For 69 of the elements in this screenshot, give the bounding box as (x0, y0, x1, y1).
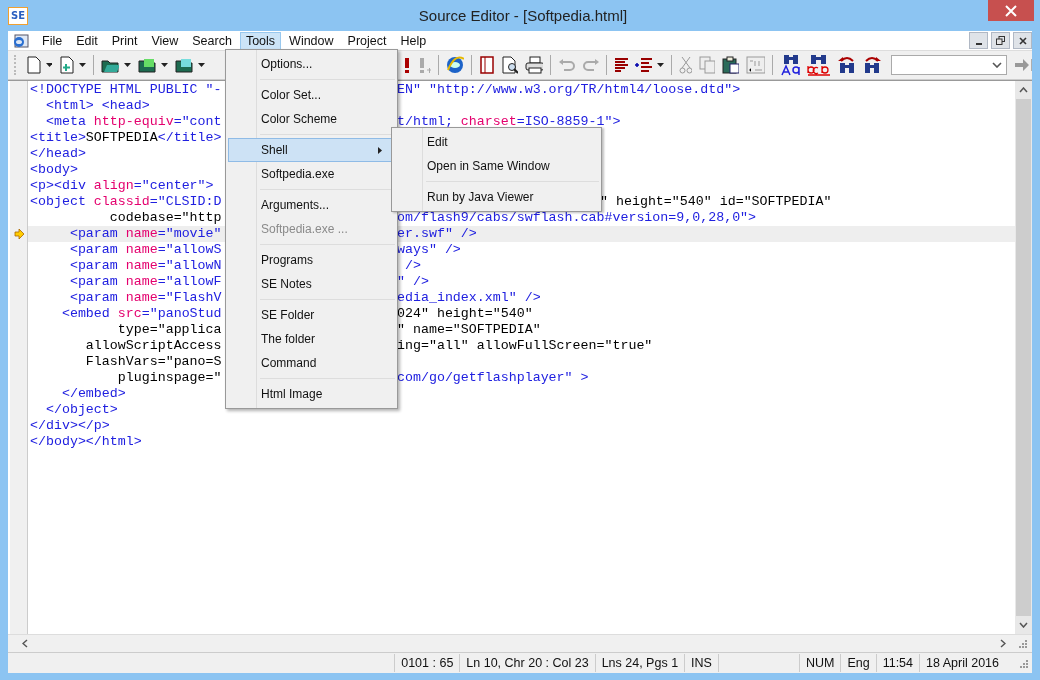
menu-item[interactable]: Tools (239, 31, 282, 50)
code-text: <body> (30, 162, 78, 177)
code-text: <!DOCTYPE HTML PUBLIC "- (30, 82, 222, 97)
status-field: Lns 24, Pgs 1 (594, 654, 685, 672)
menu-item[interactable]: Options... (228, 52, 395, 76)
code-text: om/flash9/cabs/swflash.cab#version=9,0,28,0"> (397, 210, 757, 226)
code-text: <param name="movie" (68, 226, 222, 241)
menu-item[interactable]: Softpedia.exe (228, 162, 395, 186)
code-text: ing="all" allowFullScreen="true" (397, 338, 653, 354)
status-field: Eng (840, 654, 876, 672)
code-text: /> (403, 258, 421, 274)
code-text: 024" height="540" (397, 306, 533, 322)
status-field: 11:54 (875, 654, 919, 672)
menu-item[interactable]: Print (105, 31, 144, 50)
code-text: </embed> (60, 386, 126, 401)
code-text: t/html; charset=ISO-8859-1"> (397, 114, 621, 130)
code-text: " height="540" id="SOFTPEDIA" (600, 194, 832, 210)
code-text: <object classid="CLSID:D (30, 194, 222, 209)
menu-item[interactable]: Color Set... (228, 83, 395, 107)
menu-item[interactable]: Help (394, 31, 433, 50)
menu-item[interactable]: Command (228, 351, 395, 375)
menu-item[interactable]: View (145, 31, 185, 50)
code-text: ways" /> (397, 242, 461, 258)
code-text: <title>SOFTPEDIA</title> (30, 130, 222, 145)
code-text: </div></p> (30, 418, 110, 433)
code-text: <embed src="panoStud (60, 306, 222, 321)
status-field: 18 April 2016 (919, 654, 1005, 672)
menu-item[interactable]: Open in Same Window (394, 154, 599, 178)
menu-item[interactable]: Edit (70, 31, 104, 50)
code-text: " name="SOFTPEDIA" (397, 322, 541, 338)
menu-item[interactable]: Programs (228, 248, 395, 272)
code-text: <html> <head> (44, 98, 150, 113)
status-field: Ln 10, Chr 20 : Col 23 (459, 654, 595, 672)
menu-item[interactable]: Arguments... (228, 193, 395, 217)
code-text: </object> (44, 402, 118, 417)
code-text: pluginspage=" (116, 370, 222, 385)
menu-item[interactable]: Window (283, 31, 340, 50)
status-field: 0101 : 65 (394, 654, 460, 672)
code-text: <meta http-equiv="cont (44, 114, 222, 129)
code-text: allowScriptAccess (84, 338, 222, 353)
menu-item[interactable]: Html Image (228, 382, 395, 406)
menu-item[interactable]: Color Scheme (228, 107, 395, 131)
code-text: type="applica (116, 322, 222, 337)
code-text: codebase="http (108, 210, 222, 225)
code-text: <param name="FlashV (68, 290, 222, 305)
status-field: NUM (798, 654, 841, 672)
code-text: </body></html> (30, 434, 142, 449)
menu-item[interactable]: Project (341, 31, 393, 50)
code-text: com/go/getflashplayer" > (397, 370, 589, 386)
code-text: <param name="allowF (68, 274, 222, 289)
code-text: EN" "http://www.w3.org/TR/html4/loose.dtd"> (397, 82, 741, 98)
menu-item[interactable]: SE Notes (228, 272, 395, 296)
menu-item[interactable]: Edit (394, 130, 599, 154)
code-text: " /> (397, 274, 429, 290)
code-text: <p><div align="center"> (30, 178, 214, 193)
window-title: Source Editor - [Softpedia.html] (417, 7, 629, 24)
code-text: edia_index.xml" /> (397, 290, 541, 306)
menu-item[interactable]: Run by Java Viewer (394, 185, 599, 209)
app-icon[interactable]: SE (8, 6, 28, 25)
menu-item[interactable]: Search (186, 31, 238, 50)
code-text: er.swf" /> (397, 226, 477, 242)
menu-item[interactable]: File (36, 31, 69, 50)
menu-item[interactable]: SE Folder (228, 303, 395, 327)
code-text: <param name="allowS (68, 242, 222, 257)
code-text: FlashVars="pano=S (84, 354, 222, 369)
status-field: INS (684, 654, 718, 672)
menu-item[interactable]: The folder (228, 327, 395, 351)
code-text: <param name="allowN (68, 258, 222, 273)
code-text: </head> (30, 146, 86, 161)
